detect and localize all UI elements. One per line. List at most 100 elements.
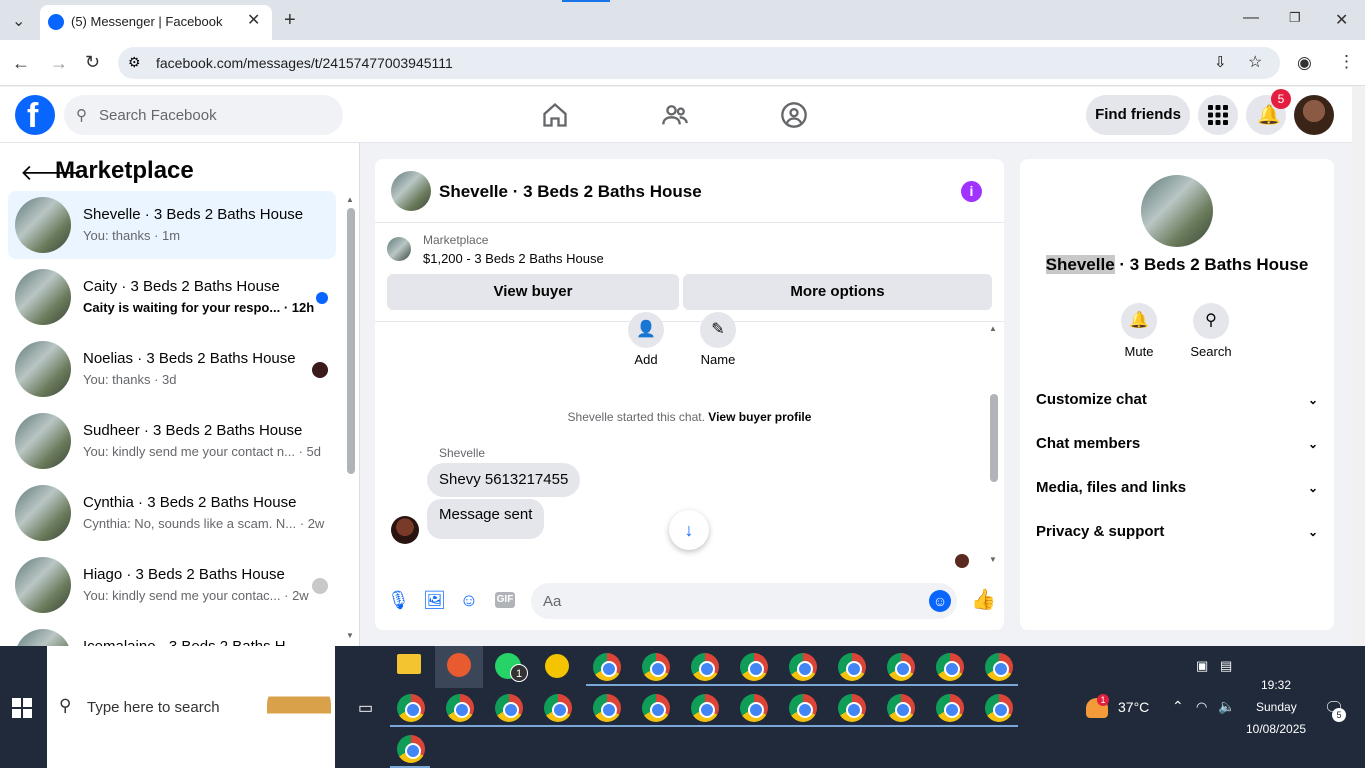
back-icon[interactable]: ← — [12, 53, 30, 74]
volume-icon[interactable]: 🔈 — [1218, 698, 1235, 715]
app-icon[interactable] — [447, 653, 471, 677]
chrome-icon[interactable] — [985, 653, 1013, 681]
message-input[interactable]: Aa ☺ — [531, 583, 957, 619]
media-files-links-section[interactable]: Media, files and links ⌄ — [1036, 479, 1318, 503]
clock-date[interactable]: 10/08/2025 — [1246, 722, 1306, 736]
view-buyer-profile-link[interactable]: View buyer profile — [708, 410, 811, 424]
pencil-icon[interactable]: ✎ — [700, 312, 736, 348]
scroll-down-icon[interactable]: ▼ — [346, 631, 354, 640]
tab-search-icon[interactable]: ⌄ — [12, 11, 25, 31]
search-chat-icon[interactable]: ⚲ — [1193, 303, 1229, 339]
network-status-icon[interactable]: ▤ — [1220, 658, 1232, 674]
facebook-logo-icon[interactable]: f — [15, 95, 55, 135]
chrome-icon[interactable] — [936, 694, 964, 722]
thread-scrollbar[interactable] — [990, 394, 998, 482]
install-app-icon[interactable]: ⇩ — [1214, 53, 1227, 71]
omnibox[interactable]: ⚙ facebook.com/messages/t/24157477003945… — [118, 47, 1280, 79]
windows-start-icon[interactable] — [12, 698, 32, 718]
chat-row-hiago[interactable]: Hiago · 3 Beds 2 Baths House You: kindly… — [8, 551, 336, 619]
chrome-icon[interactable] — [985, 694, 1013, 722]
chrome-icon[interactable] — [887, 653, 915, 681]
sticker-icon[interactable]: ☺ — [459, 590, 479, 610]
wifi-icon[interactable]: ◠ — [1196, 699, 1207, 715]
chrome-icon[interactable] — [789, 653, 817, 681]
emoji-icon[interactable]: ☺ — [929, 590, 951, 612]
chrome-icon[interactable] — [642, 653, 670, 681]
customize-chat-section[interactable]: Customize chat ⌄ — [1036, 391, 1318, 415]
task-view-icon[interactable]: ▭ — [358, 698, 373, 718]
chrome-icon[interactable] — [838, 694, 866, 722]
menu-grid-button[interactable] — [1198, 95, 1238, 135]
message-bubble[interactable]: Message sent — [427, 499, 545, 539]
close-tab-icon[interactable]: ✕ — [247, 10, 260, 30]
more-options-button[interactable]: More options — [683, 274, 992, 310]
chat-members-section[interactable]: Chat members ⌄ — [1036, 435, 1318, 459]
chat-row-icemalaine[interactable]: Icemalaine · 3 Beds 2 Baths H — [8, 623, 336, 646]
file-explorer-icon[interactable] — [397, 654, 421, 674]
bookmark-star-icon[interactable]: ☆ — [1248, 52, 1262, 72]
chrome-icon[interactable] — [789, 694, 817, 722]
clock-time[interactable]: 19:32 — [1261, 678, 1291, 692]
forward-icon[interactable]: → — [50, 53, 68, 74]
close-window-icon[interactable]: ✕ — [1335, 10, 1348, 30]
app-icon[interactable] — [545, 654, 569, 678]
chrome-icon[interactable] — [495, 694, 523, 722]
conversation-thumbnail[interactable] — [391, 171, 431, 211]
sender-avatar[interactable] — [391, 516, 419, 544]
browser-tab[interactable]: (5) Messenger | Facebook ✕ — [40, 5, 272, 40]
photo-icon[interactable]: 🖼 — [423, 590, 446, 610]
chat-row-noelias[interactable]: Noelias · 3 Beds 2 Baths House You: than… — [8, 335, 336, 403]
mute-bell-icon[interactable]: 🔔 — [1121, 303, 1157, 339]
chrome-icon[interactable] — [740, 653, 768, 681]
friends-icon[interactable] — [661, 101, 689, 129]
info-icon[interactable]: i — [961, 181, 982, 202]
chat-row-cynthia[interactable]: Cynthia · 3 Beds 2 Baths House Cynthia: … — [8, 479, 336, 547]
gif-icon[interactable]: GIF — [495, 592, 515, 608]
message-bubble[interactable]: Shevy 5613217455 — [427, 463, 581, 497]
menu-kebab-icon[interactable]: ⋮ — [1338, 52, 1355, 72]
restore-icon[interactable]: ❐ — [1289, 10, 1301, 26]
chrome-icon[interactable] — [397, 694, 425, 722]
add-person-icon[interactable]: 👤 — [628, 312, 664, 348]
chrome-icon[interactable] — [544, 694, 572, 722]
meet-now-icon[interactable]: ▣ — [1196, 658, 1208, 674]
privacy-support-section[interactable]: Privacy & support ⌄ — [1036, 523, 1318, 547]
scroll-up-icon[interactable]: ▲ — [346, 195, 354, 204]
chrome-icon[interactable] — [887, 694, 915, 722]
site-info-icon[interactable]: ⚙ — [128, 54, 141, 71]
taskbar-search-box[interactable]: ⚲ Type here to search — [47, 646, 335, 768]
listing-price[interactable]: $1,200 - 3 Beds 2 Baths House — [423, 251, 604, 266]
new-tab-button[interactable]: + — [284, 9, 296, 32]
show-hidden-icons-chevron-icon[interactable]: ⌃ — [1172, 698, 1184, 715]
chrome-icon[interactable] — [691, 653, 719, 681]
home-icon[interactable] — [541, 101, 569, 129]
chat-row-sudheer[interactable]: Sudheer · 3 Beds 2 Baths House You: kind… — [8, 407, 336, 475]
clock-day[interactable]: Sunday — [1256, 700, 1297, 714]
chat-row-caity[interactable]: Caity · 3 Beds 2 Baths House Caity is wa… — [8, 263, 336, 331]
minimize-icon[interactable]: — — [1243, 9, 1259, 27]
search-facebook-input[interactable]: ⚲ Search Facebook — [64, 95, 343, 135]
find-friends-button[interactable]: Find friends — [1086, 95, 1190, 135]
chrome-icon[interactable] — [642, 694, 670, 722]
chrome-icon[interactable] — [740, 694, 768, 722]
chrome-icon[interactable] — [446, 694, 474, 722]
chrome-icon[interactable] — [691, 694, 719, 722]
thumbs-up-icon[interactable]: 👍 — [971, 590, 996, 610]
thread-scroll-down-icon[interactable]: ▼ — [989, 555, 997, 564]
temperature[interactable]: 37°C — [1118, 699, 1149, 715]
page-scrollbar[interactable] — [1352, 87, 1365, 646]
reload-icon[interactable]: ↻ — [85, 52, 100, 73]
chrome-icon[interactable] — [838, 653, 866, 681]
chat-list-scrollbar[interactable] — [347, 208, 355, 474]
account-avatar[interactable] — [1294, 95, 1334, 135]
groups-icon[interactable] — [780, 101, 808, 129]
profile-icon[interactable]: ◉ — [1297, 53, 1312, 73]
thread-scroll-up-icon[interactable]: ▲ — [989, 324, 997, 333]
scroll-to-bottom-icon[interactable]: ↓ — [669, 510, 709, 550]
microphone-icon[interactable]: 🎙 — [387, 590, 410, 610]
chrome-icon[interactable] — [936, 653, 964, 681]
conversation-title[interactable]: Shevelle · 3 Beds 2 Baths House — [439, 182, 702, 202]
chat-row-shevelle[interactable]: Shevelle · 3 Beds 2 Baths House You: tha… — [8, 191, 336, 259]
chrome-icon[interactable] — [397, 735, 425, 763]
chrome-icon[interactable] — [593, 694, 621, 722]
